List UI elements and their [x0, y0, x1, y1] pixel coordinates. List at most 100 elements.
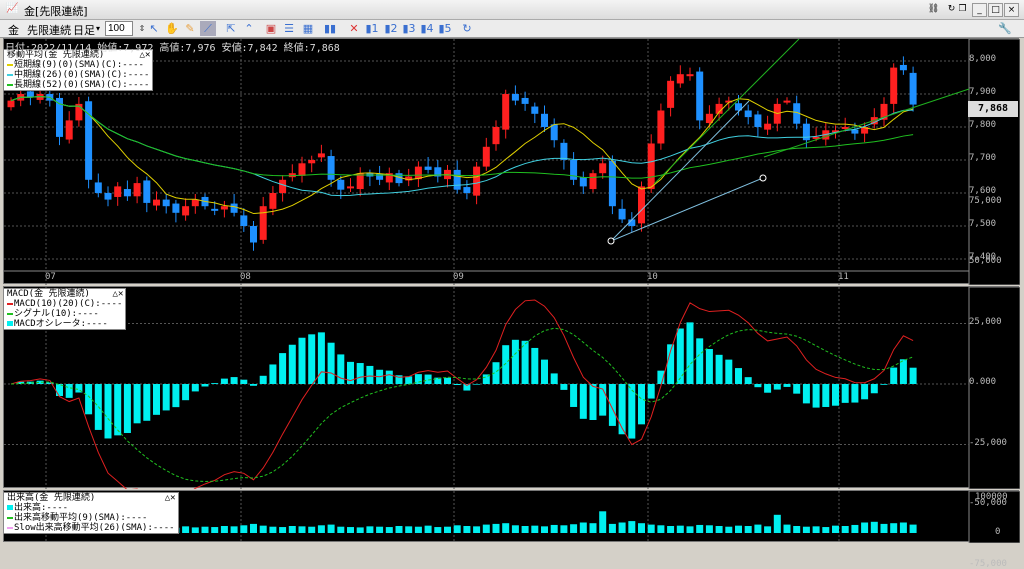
volume-bar	[473, 526, 481, 533]
link-icon[interactable]: ⛓	[926, 3, 941, 17]
hand-tool-icon[interactable]: ✋	[164, 21, 180, 36]
oscillator-bar	[744, 377, 752, 384]
copy-window-icon[interactable]: ❐	[955, 3, 970, 17]
candle-body	[153, 199, 160, 206]
candle-body	[317, 153, 325, 158]
indicator-5-icon[interactable]: ▮5	[437, 21, 453, 36]
remove-indicator-icon[interactable]: ✕	[346, 21, 362, 36]
volume-bar	[715, 526, 723, 533]
volume-bar	[851, 524, 859, 533]
candle-body	[133, 183, 141, 197]
period-dropdown[interactable]: 日足	[73, 22, 95, 38]
legend-close-icon[interactable]: △✕	[113, 289, 124, 299]
volume-bar	[250, 523, 257, 533]
trendline-tool-icon[interactable]: ⟋	[200, 21, 216, 36]
price-tick-label: 8,000	[969, 54, 997, 64]
volume-label: 出来高:----	[14, 503, 69, 513]
volume-bar	[647, 524, 655, 533]
chevron-down-icon[interactable]: ▾	[96, 24, 100, 33]
volume-bar	[764, 526, 772, 533]
oscillator-bar	[279, 353, 287, 384]
oscillator-bar	[327, 342, 335, 384]
cursor-mode-icon[interactable]: ⇱	[223, 21, 239, 36]
volume-bar	[317, 525, 325, 533]
commodity-selector[interactable]: 金	[8, 22, 19, 38]
volume-bar	[492, 523, 500, 533]
volume-legend-title: 出来高(金 先限連続)	[7, 493, 96, 503]
volume-bar	[511, 525, 519, 533]
volume-bar	[618, 522, 626, 533]
grid-icon[interactable]: ▦	[300, 21, 316, 36]
oscillator-bar	[473, 384, 481, 385]
title-bar: 📈 金[先限連続] ⛓ ↻ ❐ _ □ ×	[0, 0, 1024, 20]
oscillator-bar	[812, 384, 820, 408]
grid-h-icon[interactable]: ☰	[281, 21, 297, 36]
oscillator-bar	[783, 384, 791, 387]
macd-canvas[interactable]	[4, 287, 1020, 489]
maximize-button[interactable]: □	[988, 3, 1003, 17]
bars-count-input[interactable]	[105, 21, 133, 36]
reload-icon[interactable]: ↻	[459, 21, 475, 36]
oscillator-bar	[861, 384, 869, 400]
date-label: 08	[240, 272, 251, 282]
price-tick-label: 7,800	[969, 120, 997, 130]
oscillator-bar	[85, 384, 93, 415]
indicator-1-icon[interactable]: ▮1	[364, 21, 380, 36]
oscillator-label: MACDオシレータ:----	[14, 319, 108, 329]
pencil-tool-icon[interactable]: ✎	[182, 21, 198, 36]
circle-up-icon[interactable]: ⌃	[241, 21, 257, 36]
oscillator-bar	[754, 384, 762, 388]
candle-body	[686, 74, 694, 77]
indicator-3-icon[interactable]: ▮3	[401, 21, 417, 36]
macd-panel[interactable]	[3, 286, 1020, 489]
oscillator-bar	[511, 339, 519, 384]
candle-body	[453, 169, 461, 190]
candle-body	[676, 74, 684, 84]
price-chart-panel[interactable]	[3, 38, 1020, 285]
candle-body	[104, 193, 112, 200]
legend-close-icon[interactable]: △✕	[165, 493, 176, 503]
volume-bar	[531, 525, 539, 533]
price-chart-canvas[interactable]	[4, 39, 1020, 285]
oscillator-bar	[735, 368, 742, 384]
mid-ma-swatch	[7, 73, 13, 76]
pointer-tool-icon[interactable]: ↖	[146, 21, 162, 36]
volume-bar	[899, 522, 907, 533]
volume-bar	[366, 526, 374, 533]
chart-settings-icon[interactable]: ▣	[263, 21, 279, 36]
volume-bar	[298, 526, 306, 533]
volume-bar	[822, 527, 830, 533]
candle-body	[26, 91, 34, 98]
volume-bar	[337, 526, 345, 533]
indicator-dropdown-icon[interactable]: ▮▮	[322, 21, 338, 36]
candle-body	[250, 226, 257, 243]
long-ma-label: 長期線(52)(0)(SMA)(C):----	[14, 80, 150, 90]
oscillator-bar	[182, 384, 190, 401]
volume-bar	[395, 526, 403, 533]
wrench-icon[interactable]: 🔧	[997, 21, 1013, 36]
minimize-button[interactable]: _	[972, 3, 987, 17]
oscillator-bar	[890, 367, 898, 384]
macd-legend-title: MACD(金 先限連続)	[7, 289, 90, 299]
volume-bar	[725, 526, 733, 533]
indicator-4-icon[interactable]: ▮4	[419, 21, 435, 36]
indicator-2-icon[interactable]: ▮2	[383, 21, 399, 36]
oscillator-bar	[104, 384, 112, 439]
signal-swatch	[7, 312, 13, 315]
trendline-handle	[759, 174, 767, 182]
contract-selector[interactable]: 先限連続	[27, 22, 71, 38]
volume-bar	[608, 523, 616, 533]
oscillator-bar	[705, 349, 713, 384]
volume-bar	[812, 526, 820, 533]
trendline	[610, 100, 750, 242]
price-tick-label: 7,700	[969, 153, 997, 163]
candle-body	[647, 143, 655, 190]
volume-bar	[201, 526, 209, 533]
candle-body	[899, 64, 907, 71]
close-button[interactable]: ×	[1004, 3, 1019, 17]
volume-bar	[376, 526, 384, 533]
volume-bar	[259, 525, 267, 533]
candle-body	[356, 173, 364, 190]
volume-bar	[793, 526, 801, 533]
oscillator-bar	[725, 359, 733, 384]
